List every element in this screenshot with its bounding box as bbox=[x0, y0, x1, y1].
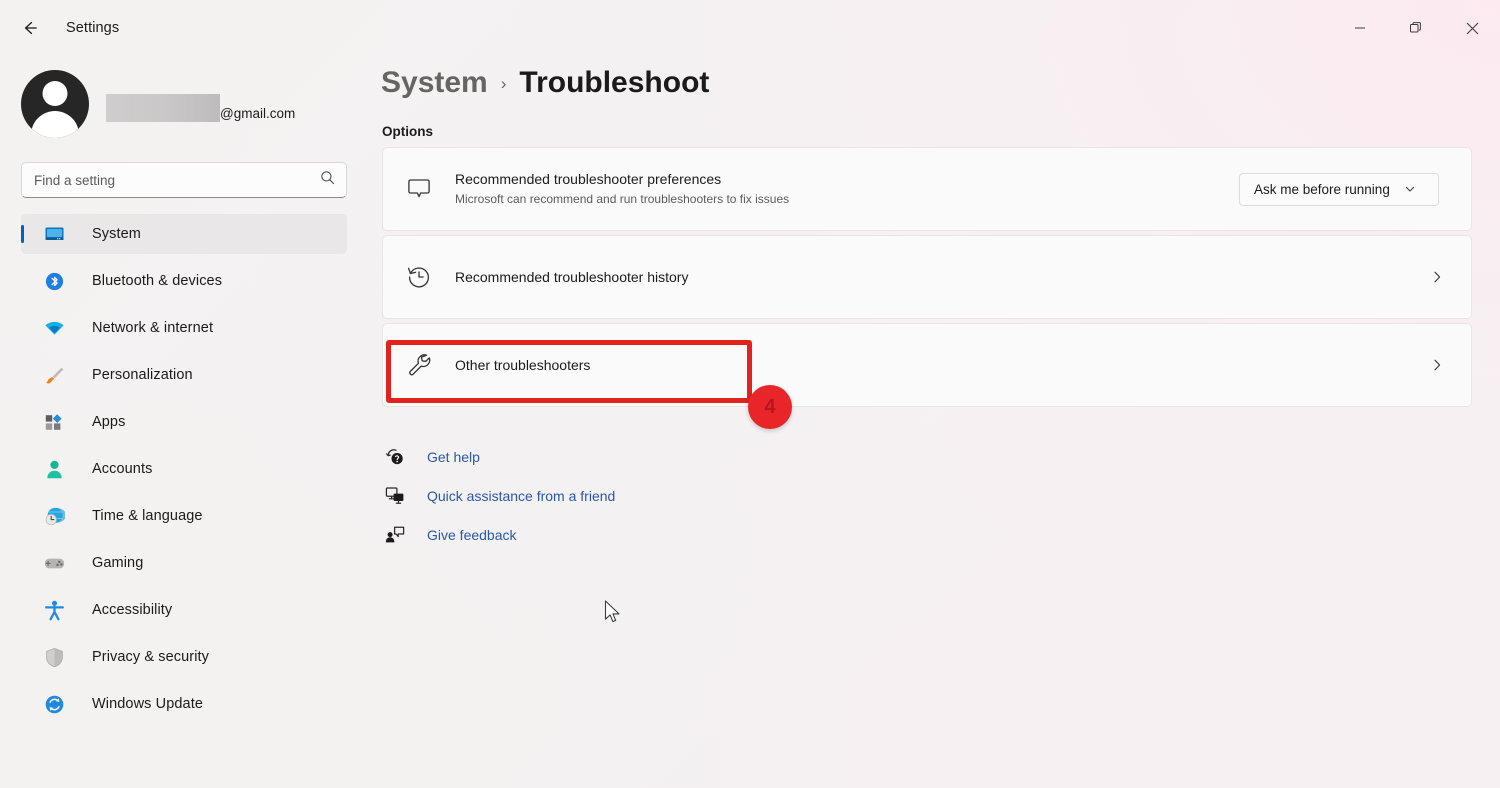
sidebar-item-time-language[interactable]: Time & language bbox=[21, 496, 347, 536]
clock-globe-icon bbox=[43, 505, 65, 527]
link-give-feedback[interactable]: Give feedback bbox=[382, 515, 1500, 554]
sidebar-item-privacy-security[interactable]: Privacy & security bbox=[21, 637, 347, 677]
search-icon bbox=[320, 170, 335, 190]
apps-icon bbox=[43, 411, 65, 433]
sidebar-item-label: System bbox=[92, 226, 141, 242]
email-domain: @gmail.com bbox=[220, 105, 296, 121]
sidebar-item-label: Network & internet bbox=[92, 320, 214, 336]
minimize-button[interactable] bbox=[1332, 0, 1388, 56]
card-recommended-troubleshooter-history[interactable]: Recommended troubleshooter history bbox=[382, 235, 1472, 319]
card-other-troubleshooters[interactable]: Other troubleshooters bbox=[382, 323, 1472, 407]
avatar bbox=[21, 70, 89, 138]
close-button[interactable] bbox=[1444, 0, 1500, 56]
sidebar-item-accounts[interactable]: Accounts bbox=[21, 449, 347, 489]
sidebar-item-accessibility[interactable]: Accessibility bbox=[21, 590, 347, 630]
section-label: Options bbox=[382, 124, 433, 139]
page-title: Troubleshoot bbox=[519, 66, 710, 99]
history-icon bbox=[401, 259, 437, 295]
card-recommended-troubleshooter-preferences[interactable]: Recommended troubleshooter preferences M… bbox=[382, 147, 1472, 231]
paintbrush-icon bbox=[43, 364, 65, 386]
minimize-icon bbox=[1355, 27, 1365, 29]
wifi-icon bbox=[43, 317, 65, 339]
help-icon bbox=[382, 444, 408, 470]
chevron-right-icon: › bbox=[500, 74, 507, 93]
link-quick-assistance[interactable]: Quick assistance from a friend bbox=[382, 476, 1500, 515]
sidebar-item-label: Gaming bbox=[92, 555, 144, 571]
sidebar-item-apps[interactable]: Apps bbox=[21, 402, 347, 442]
link-label: Get help bbox=[427, 448, 480, 465]
breadcrumb: System › Troubleshoot bbox=[368, 56, 1500, 100]
chevron-right-icon bbox=[1423, 351, 1451, 379]
window-controls bbox=[1332, 0, 1500, 56]
sidebar: @gmail.com Find a setting System Bluetoo… bbox=[0, 56, 368, 788]
title-bar: Settings bbox=[0, 0, 1500, 56]
window-title: Settings bbox=[66, 20, 120, 36]
sidebar-item-label: Privacy & security bbox=[92, 649, 210, 665]
feedback-icon bbox=[382, 522, 408, 548]
update-icon bbox=[43, 693, 65, 715]
maximize-button[interactable] bbox=[1388, 0, 1444, 56]
account-block[interactable]: @gmail.com bbox=[0, 62, 368, 146]
bluetooth-icon bbox=[43, 270, 65, 292]
link-label: Quick assistance from a friend bbox=[427, 487, 616, 504]
card-subtitle: Microsoft can recommend and run troubles… bbox=[455, 192, 790, 207]
remote-assist-icon bbox=[382, 483, 408, 509]
step-badge: 4 bbox=[748, 385, 792, 429]
sidebar-item-personalization[interactable]: Personalization bbox=[21, 355, 347, 395]
sidebar-item-system[interactable]: System bbox=[21, 214, 347, 254]
card-text: Other troubleshooters bbox=[455, 356, 1423, 375]
sidebar-item-label: Time & language bbox=[92, 508, 203, 524]
restore-icon bbox=[1410, 22, 1421, 33]
gamepad-icon bbox=[43, 552, 65, 574]
sidebar-item-label: Bluetooth & devices bbox=[92, 273, 223, 289]
options-list: Recommended troubleshooter preferences M… bbox=[382, 147, 1472, 407]
sidebar-item-label: Accessibility bbox=[92, 602, 173, 618]
footer-links: Get help Quick assistance from a friend bbox=[382, 437, 1500, 554]
link-label: Give feedback bbox=[427, 526, 517, 543]
sidebar-item-label: Personalization bbox=[92, 367, 193, 383]
sidebar-item-gaming[interactable]: Gaming bbox=[21, 543, 347, 583]
settings-window: Settings @gmail.com Find a setting Syste… bbox=[0, 0, 1500, 788]
sidebar-item-bluetooth-devices[interactable]: Bluetooth & devices bbox=[21, 261, 347, 301]
close-icon bbox=[1466, 22, 1478, 34]
sidebar-item-windows-update[interactable]: Windows Update bbox=[21, 684, 347, 724]
chevron-down-icon bbox=[1404, 183, 1416, 195]
chevron-right-icon bbox=[1423, 263, 1451, 291]
wrench-icon bbox=[401, 347, 437, 383]
main-content: System › Troubleshoot Options Recommende… bbox=[368, 56, 1500, 788]
accessibility-icon bbox=[43, 599, 65, 621]
card-text: Recommended troubleshooter history bbox=[455, 268, 1423, 287]
sidebar-item-label: Apps bbox=[92, 414, 126, 430]
sidebar-item-label: Windows Update bbox=[92, 696, 204, 712]
dropdown-value: Ask me before running bbox=[1254, 181, 1390, 197]
sidebar-item-label: Accounts bbox=[92, 461, 153, 477]
link-get-help[interactable]: Get help bbox=[382, 437, 1500, 476]
shield-icon bbox=[43, 646, 65, 668]
person-icon bbox=[43, 458, 65, 480]
card-title: Other troubleshooters bbox=[455, 356, 591, 373]
sidebar-nav: System Bluetooth & devices Network & int… bbox=[0, 214, 368, 724]
card-text: Recommended troubleshooter preferences M… bbox=[455, 170, 1239, 207]
monitor-icon bbox=[43, 223, 65, 245]
search-box[interactable] bbox=[21, 162, 347, 198]
callout-icon bbox=[401, 171, 437, 207]
card-title: Recommended troubleshooter preferences bbox=[455, 171, 722, 188]
card-title: Recommended troubleshooter history bbox=[455, 268, 689, 285]
search-input[interactable] bbox=[34, 172, 320, 188]
account-email: @gmail.com bbox=[106, 84, 295, 124]
recommended-troubleshooter-dropdown[interactable]: Ask me before running bbox=[1239, 172, 1439, 206]
breadcrumb-parent[interactable]: System bbox=[381, 66, 488, 100]
redacted-username bbox=[106, 94, 220, 122]
sidebar-item-network-internet[interactable]: Network & internet bbox=[21, 308, 347, 348]
back-button[interactable] bbox=[10, 11, 50, 45]
